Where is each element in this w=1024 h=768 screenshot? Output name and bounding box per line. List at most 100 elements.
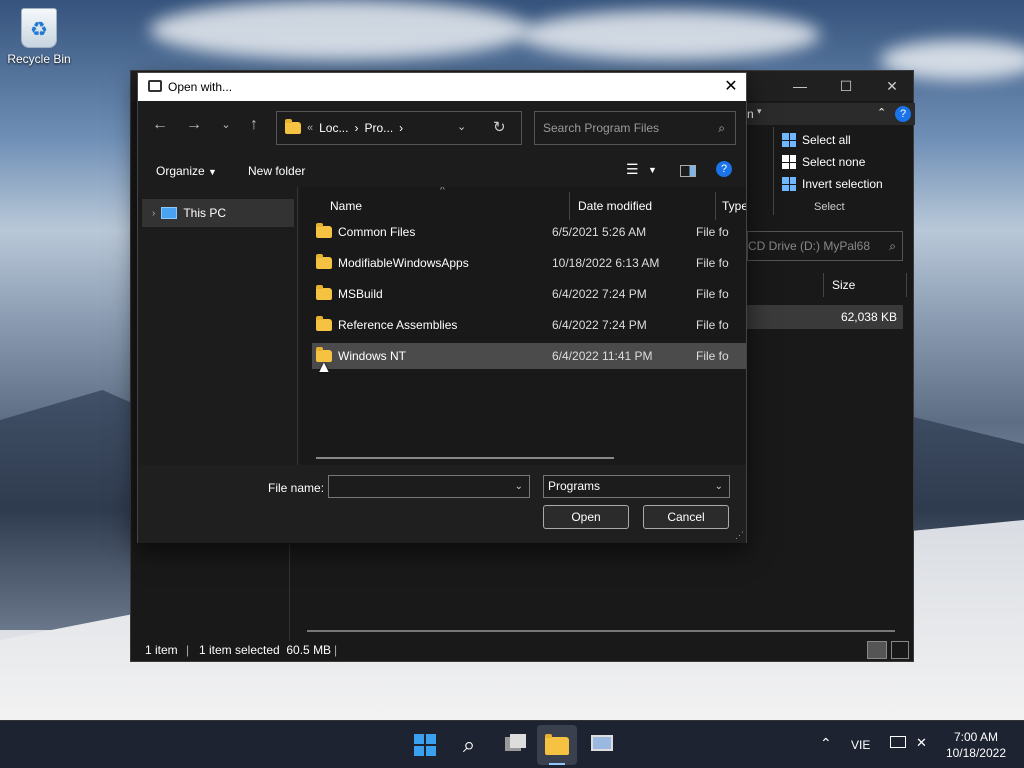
file-explorer-icon	[545, 734, 569, 755]
dialog-app-icon	[148, 80, 162, 92]
column-type[interactable]: Type	[714, 192, 746, 220]
status-item-count: 1 item	[145, 643, 178, 657]
file-name-cell: MSBuild	[312, 285, 552, 301]
close-icon[interactable]: ✕	[716, 73, 746, 101]
expand-chevron-icon[interactable]: ›	[152, 208, 155, 219]
file-name-cell: Windows NT	[312, 347, 552, 363]
address-bar[interactable]: « Loc... › Pro... › ⌄ ↻	[276, 111, 522, 145]
file-type-filter-value: Programs	[548, 479, 601, 493]
up-arrow-icon[interactable]: ↑	[242, 113, 266, 137]
back-arrow-icon[interactable]: ←	[148, 113, 172, 137]
setup-app-icon[interactable]	[588, 731, 616, 759]
tiles-view-icon[interactable]	[891, 641, 909, 659]
column-date-modified[interactable]: Date modified	[570, 192, 716, 220]
chevron-down-icon[interactable]: ⌄	[515, 476, 523, 497]
ribbon-dropdown-icon[interactable]: ▾	[757, 106, 762, 117]
file-type: File fo	[696, 256, 729, 270]
explorer-search-input[interactable]: CD Drive (D:) MyPal68 ⌕	[747, 231, 903, 261]
nav-item-this-pc[interactable]: › This PC	[142, 199, 294, 227]
select-all-button[interactable]: Select all	[782, 133, 851, 147]
help-icon[interactable]: ?	[895, 106, 911, 122]
open-button[interactable]: Open	[543, 505, 629, 529]
invert-selection-button[interactable]: Invert selection	[782, 177, 883, 191]
show-hidden-icons-chevron[interactable]: ⌃	[820, 735, 832, 752]
breadcrumb-program-files[interactable]: Pro...	[364, 121, 393, 135]
view-options-icon[interactable]: ☰	[626, 161, 639, 178]
select-all-label: Select all	[802, 133, 851, 147]
file-row[interactable]: Common Files 6/5/2021 5:26 AM File fo	[312, 219, 746, 245]
details-view-icon[interactable]	[867, 641, 887, 659]
chevron-down-icon: ▼	[208, 167, 217, 177]
selected-file-size[interactable]: 62,038 KB	[747, 305, 903, 329]
file-row[interactable]: MSBuild 6/4/2022 7:24 PM File fo	[312, 281, 746, 307]
volume-muted-icon[interactable]: ✕	[916, 735, 927, 751]
forward-arrow-icon[interactable]: →	[182, 113, 206, 137]
file-date: 10/18/2022 6:13 AM	[552, 256, 660, 270]
nav-label-this-pc: This PC	[183, 206, 227, 220]
resize-grip-icon[interactable]: ⋰	[735, 530, 744, 541]
recycle-bin-shortcut[interactable]: Recycle Bin	[6, 8, 72, 66]
refresh-icon[interactable]: ↻	[493, 118, 506, 136]
recycle-bin-icon	[21, 8, 57, 48]
status-selected: 1 item selected 60.5 MB	[199, 643, 332, 657]
help-icon[interactable]: ?	[716, 161, 732, 177]
file-explorer-taskbar-button[interactable]	[537, 725, 577, 765]
task-view-icon[interactable]	[500, 731, 528, 759]
search-icon: ⌕	[889, 239, 896, 253]
search-icon[interactable]: ⌕	[455, 731, 483, 759]
file-name-field[interactable]: ⌄	[328, 475, 530, 498]
chevron-down-icon: ⌄	[714, 481, 723, 492]
dialog-titlebar: Open with... ✕	[138, 73, 746, 101]
file-type: File fo	[696, 349, 729, 363]
dialog-toolbar: Organize ▼ New folder ☰ ▼ ?	[138, 157, 746, 187]
file-name: ModifiableWindowsApps	[338, 256, 469, 270]
minimize-button[interactable]: —	[777, 71, 823, 101]
file-date: 6/4/2022 7:24 PM	[552, 318, 647, 332]
breadcrumb-separator-icon: ›	[354, 121, 359, 135]
computer-icon	[161, 207, 178, 219]
column-name[interactable]: Name	[322, 192, 570, 220]
file-name: Reference Assemblies	[338, 318, 458, 332]
file-name-cell: Reference Assemblies	[312, 316, 552, 332]
folder-icon	[285, 119, 301, 134]
new-folder-button[interactable]: New folder	[248, 164, 305, 178]
select-none-button[interactable]: Select none	[782, 155, 865, 169]
search-icon: ⌕	[718, 121, 725, 135]
file-type-filter[interactable]: Programs ⌄	[543, 475, 730, 498]
recent-locations-chevron-icon[interactable]: ⌄	[214, 113, 238, 137]
collapse-ribbon-icon[interactable]: ⌃	[877, 106, 886, 119]
folder-icon	[316, 285, 332, 300]
file-name: MSBuild	[338, 287, 383, 301]
input-language[interactable]: VIE	[851, 738, 870, 752]
file-date: 6/5/2021 5:26 AM	[552, 225, 647, 239]
clock[interactable]: 7:00 AM 10/18/2022	[946, 729, 1006, 761]
file-row[interactable]: ModifiableWindowsApps 10/18/2022 6:13 AM F…	[312, 250, 746, 276]
horizontal-scrollbar[interactable]	[307, 630, 895, 632]
search-input[interactable]: Search Program Files ⌕	[534, 111, 736, 145]
file-type: File fo	[696, 318, 729, 332]
status-bar: 1 item | 1 item selected 60.5 MB |	[131, 639, 913, 661]
status-divider: |	[334, 643, 338, 657]
folder-icon	[316, 254, 332, 269]
preview-pane-icon[interactable]	[680, 165, 696, 177]
start-icon[interactable]	[411, 731, 439, 759]
address-dropdown-icon[interactable]: ⌄	[457, 120, 466, 133]
breadcrumb-separator-icon[interactable]: ›	[399, 121, 403, 135]
search-placeholder: Search Program Files	[543, 121, 660, 135]
file-date: 6/4/2022 7:24 PM	[552, 287, 647, 301]
cancel-button[interactable]: Cancel	[643, 505, 729, 529]
horizontal-scrollbar[interactable]	[316, 457, 614, 459]
close-button[interactable]: ✕	[869, 71, 915, 101]
breadcrumb-local-disk[interactable]: Loc...	[319, 121, 348, 135]
network-icon[interactable]	[890, 736, 906, 748]
file-name-label: File name:	[268, 481, 325, 495]
view-dropdown-icon[interactable]: ▼	[648, 165, 657, 175]
maximize-button[interactable]: ☐	[823, 71, 869, 101]
column-size[interactable]: Size	[823, 273, 907, 297]
select-group-label: Select	[814, 201, 845, 213]
organize-button[interactable]: Organize ▼	[156, 164, 217, 178]
file-row-selected[interactable]: Windows NT 6/4/2022 11:41 PM File fo	[312, 343, 746, 369]
file-row[interactable]: Reference Assemblies 6/4/2022 7:24 PM File…	[312, 312, 746, 338]
file-type: File fo	[696, 287, 729, 301]
organize-label: Organize	[156, 164, 205, 178]
